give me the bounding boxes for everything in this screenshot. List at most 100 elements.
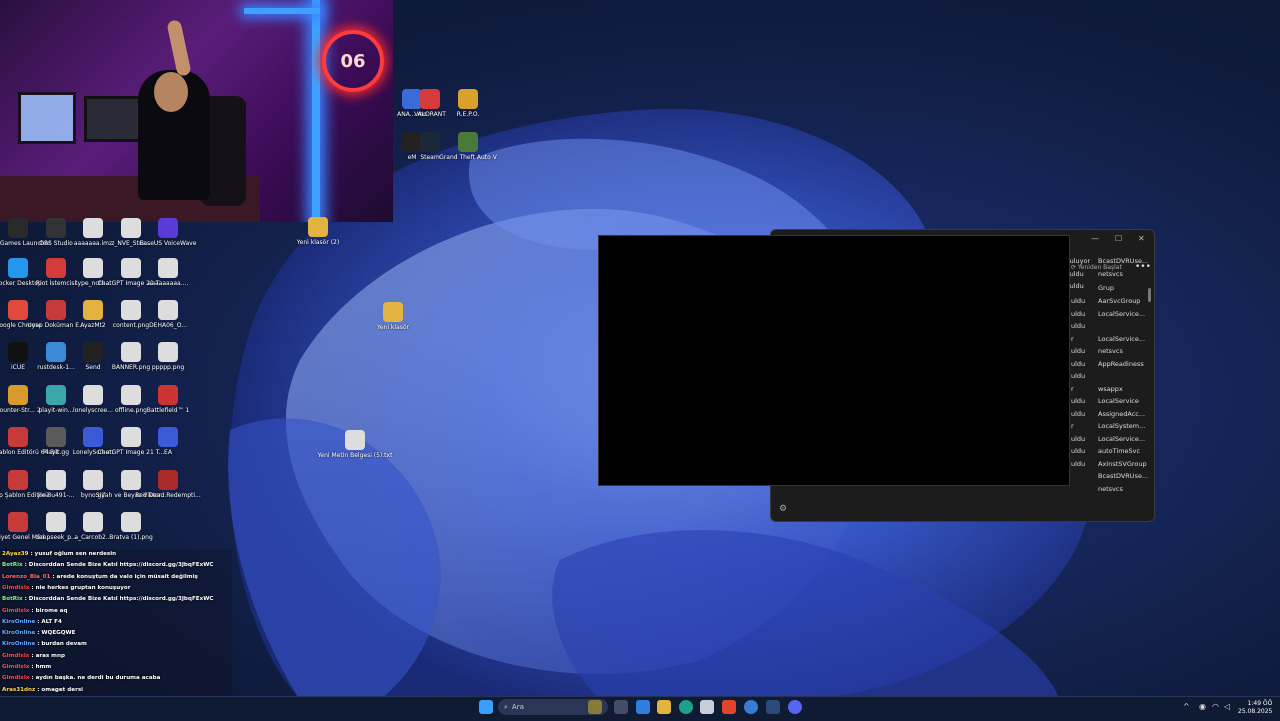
desktop-icon-label: aaaaaaaaa.... bbox=[147, 280, 189, 287]
widget-icon[interactable] bbox=[588, 700, 602, 714]
app-icon bbox=[121, 218, 141, 238]
volume-icon[interactable]: ◁ bbox=[1224, 702, 1230, 711]
chat-username: 2Ayaz39 bbox=[2, 551, 29, 557]
service-group-cell: BcastDVRUse... bbox=[1098, 472, 1149, 480]
chat-app-icon[interactable] bbox=[636, 700, 650, 714]
desktop-icon[interactable]: Red Dead Redempti... bbox=[135, 470, 201, 499]
service-status-cell: r bbox=[1071, 384, 1074, 393]
desktop-icon[interactable]: Counter-Str... 2 bbox=[0, 385, 41, 414]
desktop-icon[interactable]: VALORANT bbox=[410, 89, 450, 118]
desktop-folder-icon[interactable]: Yeni Metin Belgesi (5).txt bbox=[318, 430, 392, 459]
desktop-icon[interactable]: EA bbox=[148, 427, 188, 456]
desktop-icon[interactable]: Emniyet Genel Müd... bbox=[0, 512, 50, 541]
webcam-monitor bbox=[18, 92, 76, 144]
chat-username: Lorenzo_Bla_01 bbox=[2, 573, 51, 580]
app-icon bbox=[83, 470, 103, 490]
desktop-icon[interactable]: Send bbox=[73, 342, 113, 371]
desktop-icon[interactable]: ChatGPT Image 21 T... bbox=[98, 427, 164, 456]
desktop-icon[interactable]: lonelyscree... bbox=[73, 385, 113, 414]
desktop-icon-label: Steam bbox=[420, 154, 440, 161]
network-app-icon[interactable] bbox=[744, 700, 758, 714]
app-icon bbox=[83, 385, 103, 405]
image-viewer-icon[interactable] bbox=[766, 700, 780, 714]
desktop-icon[interactable]: jre-8u491-... bbox=[36, 470, 76, 499]
desktop-icon[interactable]: iCUE bbox=[0, 342, 38, 371]
app-icon bbox=[8, 258, 28, 278]
chat-message: Glmdlxlx: aydın başka. ne derdi bu durum… bbox=[2, 675, 160, 682]
desktop-folder-icon[interactable]: Yeni klasör bbox=[373, 302, 413, 331]
app-icon bbox=[458, 132, 478, 152]
edge-icon[interactable] bbox=[679, 700, 693, 714]
webcam-overlay: 06 bbox=[0, 0, 393, 222]
chat-username: BotRix bbox=[2, 596, 23, 603]
desktop-icon[interactable]: aaaaaaa.imz bbox=[73, 218, 113, 247]
chat-message: Aras31dnz: omaget dersi bbox=[2, 687, 83, 694]
service-group-cell: LocalService... bbox=[1098, 309, 1146, 318]
desktop-icon[interactable]: Bratva (1).png bbox=[109, 512, 153, 541]
desktop-icon[interactable]: R.E.P.O. bbox=[448, 89, 488, 118]
desktop-icon[interactable]: Battlefield™ 1 bbox=[147, 385, 189, 414]
desktop-icon[interactable]: AyazMt2 bbox=[73, 300, 113, 329]
desktop-icon[interactable]: ChatGPT Image 21 T... bbox=[98, 258, 164, 287]
chat-text: : Discorddan Sende Bize Katıl https://di… bbox=[24, 596, 214, 603]
desktop-icon-label: content.png bbox=[112, 322, 150, 329]
desktop-icon-label: Playit.gg bbox=[42, 449, 70, 456]
desktop-icon[interactable]: deepseek_p... bbox=[35, 512, 77, 541]
desktop-icon-label: a_Carcob2... bbox=[74, 534, 112, 541]
app-icon bbox=[121, 258, 141, 278]
desktop-icon[interactable]: playit-win... bbox=[36, 385, 76, 414]
desktop-icon[interactable]: a_Carcob2... bbox=[73, 512, 113, 541]
desktop-icon[interactable]: Riot İstemcisi bbox=[36, 258, 76, 287]
chevron-up-icon[interactable]: ^ bbox=[1183, 702, 1190, 711]
desktop-icon[interactable]: ppppp.png bbox=[148, 342, 188, 371]
desktop-icon[interactable]: aaaaaaaaa.... bbox=[148, 258, 188, 287]
discord-icon[interactable] bbox=[788, 700, 802, 714]
brave-icon[interactable] bbox=[722, 700, 736, 714]
desktop-icon-label: VALORANT bbox=[414, 111, 446, 118]
blank-window[interactable] bbox=[598, 235, 1070, 486]
chat-text: : Discorddan Sende Bize Katıl https://di… bbox=[24, 562, 214, 569]
chat-text: : hmm bbox=[31, 664, 52, 670]
chat-username: KiroOnline bbox=[2, 630, 36, 637]
desktop-icon-label: EA bbox=[164, 449, 172, 456]
maximize-icon[interactable]: ☐ bbox=[1115, 234, 1122, 243]
desktop-icon[interactable]: Epic Games Launcher bbox=[0, 218, 51, 247]
desktop-icon[interactable]: Playit.gg bbox=[36, 427, 76, 456]
minimize-icon[interactable]: — bbox=[1091, 234, 1099, 243]
close-icon[interactable]: ✕ bbox=[1138, 234, 1145, 243]
app-icon bbox=[8, 385, 28, 405]
desktop-icon[interactable]: DEHA06_O... bbox=[148, 300, 188, 329]
gear-icon[interactable]: ⚙ bbox=[779, 504, 787, 514]
file-explorer-icon[interactable] bbox=[657, 700, 671, 714]
desktop-folder-icon[interactable]: Yeni klasör (2) bbox=[297, 217, 339, 246]
chat-message: BotRix: Discorddan Sende Bize Katıl http… bbox=[2, 596, 213, 603]
desktop-icon-label: iCUE bbox=[10, 364, 26, 371]
desktop-icon[interactable]: EaseUS VoiceWave bbox=[140, 218, 196, 247]
app-icon bbox=[46, 470, 66, 490]
app-icon bbox=[158, 385, 178, 405]
desktop-icon[interactable]: OBS Studio bbox=[36, 218, 76, 247]
desktop-icon[interactable]: offline.png bbox=[111, 385, 151, 414]
clock[interactable]: 1:49 ÖÖ 25.08.2025 bbox=[1238, 700, 1272, 716]
desktop-icon[interactable]: Uyap Doküman E... bbox=[27, 300, 85, 329]
desktop-icon[interactable]: BANNER.png bbox=[111, 342, 151, 371]
desktop-icon-label: OBS Studio bbox=[39, 240, 73, 247]
desktop-icon[interactable]: Uyap Şablon Editörü 64 Bit bbox=[0, 427, 58, 456]
task-view-icon[interactable] bbox=[614, 700, 628, 714]
service-status-cell: uldu bbox=[1071, 409, 1086, 418]
start-icon[interactable] bbox=[479, 700, 493, 714]
service-status-cell: uldu bbox=[1071, 359, 1086, 368]
desktop-icon[interactable]: content.png bbox=[111, 300, 151, 329]
desktop-icon-label: offline.png bbox=[115, 407, 147, 414]
chat-message: KiroOnline: WQEGQWE bbox=[2, 630, 75, 637]
desktop-icon[interactable]: Grand Theft Auto V bbox=[439, 132, 497, 161]
chat-message: KiroOnline: ALT F4 bbox=[2, 619, 62, 626]
chat-text: : yusuf oğlum sen nerdesin bbox=[30, 551, 117, 557]
store-icon[interactable] bbox=[700, 700, 714, 714]
desktop-icon[interactable]: Uyap Şablon Editörü bbox=[0, 470, 49, 499]
wifi-icon[interactable]: ◠ bbox=[1212, 702, 1219, 711]
desktop-icon[interactable]: rustdesk-1... bbox=[36, 342, 76, 371]
desktop-icon[interactable]: Docker Desktop bbox=[0, 258, 42, 287]
location-icon[interactable]: ◉ bbox=[1199, 702, 1206, 711]
app-icon bbox=[83, 342, 103, 362]
